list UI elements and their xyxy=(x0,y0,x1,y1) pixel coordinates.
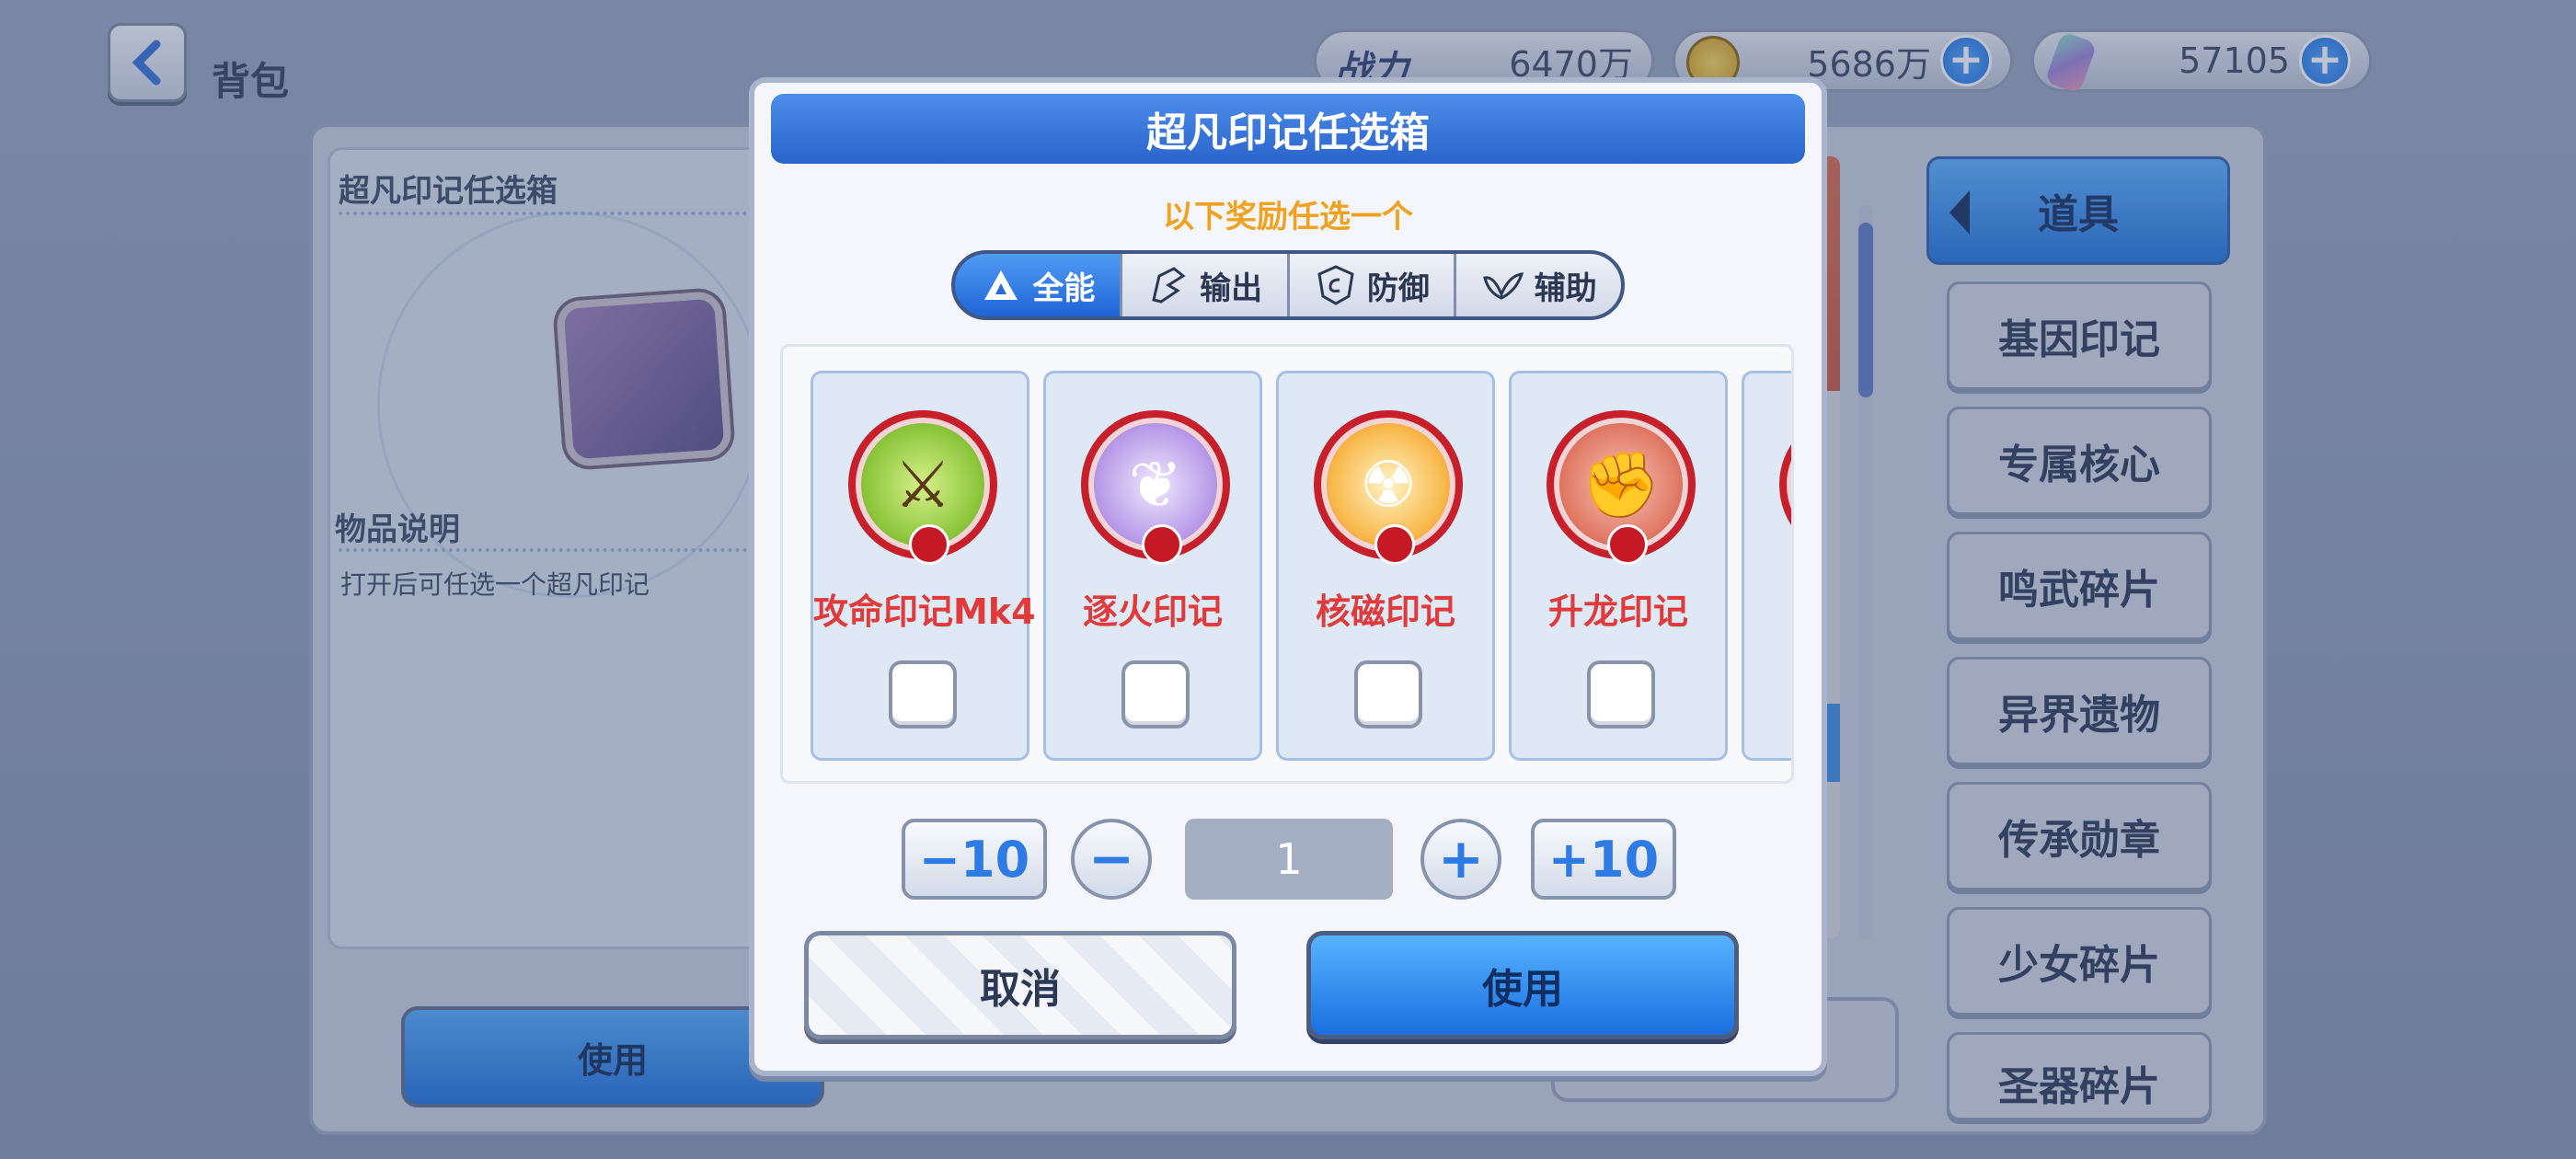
plus-button[interactable]: + xyxy=(1420,819,1501,900)
reward-name: 核磁印记 xyxy=(1315,591,1455,632)
reward-card[interactable]: ☢ 核磁印记 xyxy=(1276,371,1495,761)
dialog-subtitle: 以下奖励任选一个 xyxy=(1163,199,1413,235)
minus-button[interactable]: − xyxy=(1071,819,1152,900)
dialog-title: 超凡印记任选箱 xyxy=(771,94,1805,164)
tab-all[interactable]: 全能 xyxy=(955,254,1122,316)
reward-checkbox[interactable] xyxy=(1587,660,1655,729)
attack-icon xyxy=(1152,267,1186,304)
all-round-icon xyxy=(984,270,1018,300)
filter-tabs: 全能 输出 防御 辅助 xyxy=(951,250,1625,320)
reward-checkbox[interactable] xyxy=(1121,660,1190,729)
tab-label: 辅助 xyxy=(1534,270,1597,307)
reward-card[interactable]: ⚔ 攻命印记Mk4 xyxy=(811,371,1036,761)
tab-label: 输出 xyxy=(1200,270,1263,307)
plus-ten-button[interactable]: +10 xyxy=(1531,819,1676,900)
tab-support[interactable]: 辅助 xyxy=(1456,254,1621,316)
quantity-field[interactable]: 1 xyxy=(1185,819,1393,900)
reward-checkbox[interactable] xyxy=(1354,660,1422,729)
reward-checkbox[interactable] xyxy=(889,660,957,729)
radiation-icon: ☢ xyxy=(1314,410,1463,565)
emblem-tag xyxy=(909,524,949,565)
fist-icon: ✊ xyxy=(1547,410,1696,565)
emblem-tag xyxy=(1142,524,1182,565)
use-button[interactable]: 使用 xyxy=(1306,931,1739,1039)
reward-card[interactable]: ✊ 升龙印记 xyxy=(1509,371,1728,761)
tab-label: 防御 xyxy=(1366,270,1430,307)
sword-icon: ⚔ xyxy=(848,410,997,565)
butterfly-icon: ❦ xyxy=(1081,410,1230,565)
tab-defense[interactable]: 防御 xyxy=(1289,254,1457,316)
wing-icon xyxy=(1482,272,1524,300)
reward-name: 逐火印记 xyxy=(1082,591,1223,632)
cancel-button[interactable]: 取消 xyxy=(804,931,1236,1039)
reward-card[interactable]: ❦ 逐火印记 xyxy=(1043,371,1262,761)
tab-attack[interactable]: 输出 xyxy=(1121,254,1290,316)
minus-ten-button[interactable]: −10 xyxy=(902,819,1047,900)
reward-name: 攻命印记Mk4 xyxy=(813,591,1036,632)
reward-name: 升龙印记 xyxy=(1547,591,1688,632)
emblem-tag xyxy=(1607,524,1648,565)
emblem-tag xyxy=(1374,524,1415,565)
shield-icon xyxy=(1317,265,1354,305)
emblem-icon xyxy=(1779,410,1791,559)
reward-card-partial[interactable] xyxy=(1742,371,1791,761)
reward-list[interactable]: ⚔ 攻命印记Mk4 ❦ 逐火印记 ☢ 核磁印记 ✊ 升龙印记 xyxy=(780,344,1794,784)
tab-label: 全能 xyxy=(1032,270,1096,307)
